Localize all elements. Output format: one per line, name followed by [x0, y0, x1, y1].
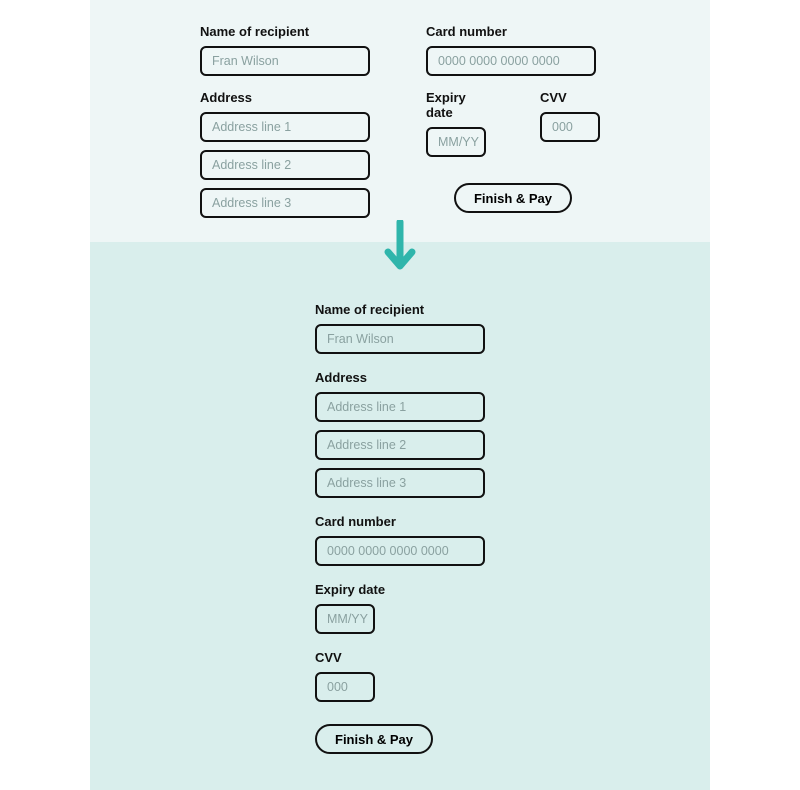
card-number-input[interactable]: 0000 0000 0000 0000	[315, 536, 485, 566]
address-label: Address	[200, 90, 370, 105]
form-single-column: Name of recipient Fran Wilson Address Ad…	[90, 242, 710, 790]
form-two-column: Name of recipient Fran Wilson Address Ad…	[90, 0, 710, 242]
cvv-input[interactable]: 000	[315, 672, 375, 702]
finish-pay-button[interactable]: Finish & Pay	[315, 724, 433, 754]
address-line-2-input[interactable]: Address line 2	[200, 150, 370, 180]
recipient-input[interactable]: Fran Wilson	[200, 46, 370, 76]
address-label: Address	[315, 370, 485, 385]
expiry-label: Expiry date	[315, 582, 485, 597]
cvv-label: CVV	[315, 650, 485, 665]
card-number-label: Card number	[426, 24, 600, 39]
address-line-3-input[interactable]: Address line 3	[200, 188, 370, 218]
expiry-input[interactable]: MM/YY	[315, 604, 375, 634]
card-number-label: Card number	[315, 514, 485, 529]
arrow-down-icon	[383, 220, 417, 275]
recipient-label: Name of recipient	[200, 24, 370, 39]
address-line-1-input[interactable]: Address line 1	[200, 112, 370, 142]
recipient-input[interactable]: Fran Wilson	[315, 324, 485, 354]
finish-pay-button[interactable]: Finish & Pay	[454, 183, 572, 213]
address-line-1-input[interactable]: Address line 1	[315, 392, 485, 422]
address-line-3-input[interactable]: Address line 3	[315, 468, 485, 498]
address-line-2-input[interactable]: Address line 2	[315, 430, 485, 460]
expiry-label: Expiry date	[426, 90, 496, 120]
cvv-label: CVV	[540, 90, 600, 105]
expiry-input[interactable]: MM/YY	[426, 127, 486, 157]
cvv-input[interactable]: 000	[540, 112, 600, 142]
card-number-input[interactable]: 0000 0000 0000 0000	[426, 46, 596, 76]
recipient-label: Name of recipient	[315, 302, 485, 317]
